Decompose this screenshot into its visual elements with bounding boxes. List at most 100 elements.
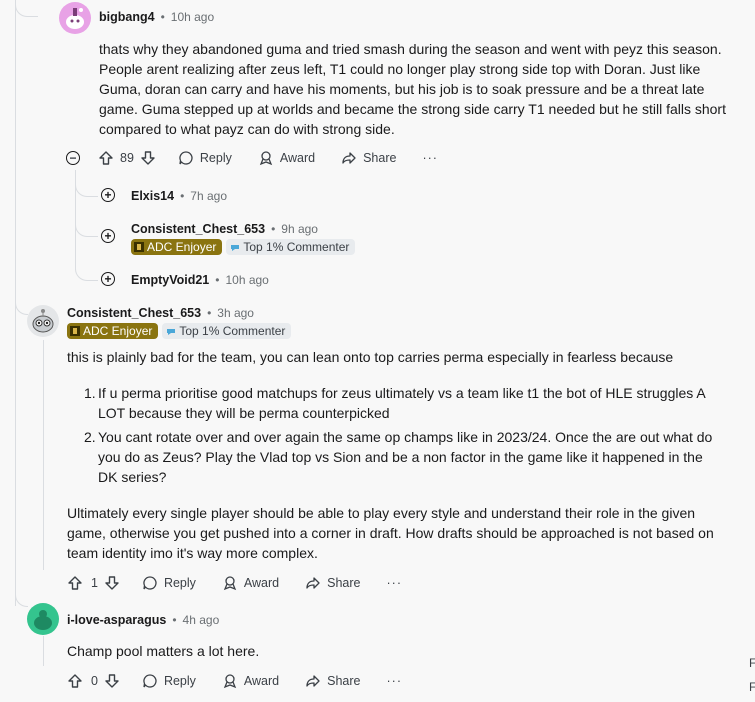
collapsed-header: Consistent_Chest_653 • 9h ago	[131, 222, 318, 236]
award-label: Award	[243, 674, 280, 688]
share-button[interactable]: Share	[341, 150, 396, 166]
comment-body: thats why they abandoned guma and tried …	[99, 41, 726, 137]
collapsed-header: EmptyVoid21 • 10h ago	[131, 273, 269, 287]
flair-icon	[134, 242, 144, 252]
share-label: Share	[363, 151, 397, 165]
comment-header: Consistent_Chest_653 • 3h ago	[67, 306, 254, 320]
snoo-avatar-icon	[66, 8, 84, 29]
more-options-icon: ···	[386, 576, 402, 590]
top-commenter-icon	[231, 245, 240, 251]
more-options-icon: ···	[422, 151, 438, 165]
comment-time[interactable]: 10h ago	[171, 10, 214, 24]
upvote-button[interactable]	[98, 150, 114, 166]
separator-dot: •	[207, 306, 212, 320]
award-button[interactable]: Award	[222, 673, 279, 689]
more-options-button[interactable]: ···	[387, 576, 403, 590]
collapse-symbol: −	[69, 150, 77, 165]
comment-actions: 1 Reply Award Share ···	[67, 575, 402, 591]
award-button[interactable]: Award	[258, 150, 315, 166]
more-options-icon: ···	[386, 674, 402, 688]
separator-dot: •	[215, 273, 220, 287]
share-button[interactable]: Share	[305, 673, 361, 689]
avatar[interactable]	[27, 305, 59, 337]
thread-curve-c3	[15, 588, 28, 607]
more-options-button[interactable]: ···	[422, 151, 438, 165]
comment-time[interactable]: 10h ago	[225, 273, 268, 287]
share-arrow-icon	[342, 152, 356, 164]
upvote-arrow-icon	[68, 576, 82, 590]
upvote-arrow-icon	[99, 151, 113, 165]
award-icon	[259, 151, 273, 166]
avatar[interactable]	[59, 2, 91, 34]
expand-symbol: +	[104, 228, 112, 243]
award-icon	[223, 576, 237, 591]
reply-button[interactable]: Reply	[142, 673, 196, 689]
flair-text: ADC Enjoyer	[147, 240, 217, 254]
collapsed-header: Elxis14 • 7h ago	[131, 189, 227, 203]
list-text: If u perma prioritise good matchups for …	[98, 385, 705, 421]
thread-curve-c2	[15, 296, 28, 315]
list-item: 1. If u perma prioritise good matchups f…	[84, 383, 724, 423]
downvote-button[interactable]	[140, 150, 156, 166]
flair-row: ADC Enjoyer Top 1% Commenter	[131, 239, 356, 255]
comment-bubble-icon	[179, 151, 193, 165]
expand-button[interactable]: +	[101, 229, 115, 243]
award-button[interactable]: Award	[222, 575, 279, 591]
expand-symbol: +	[104, 187, 112, 202]
thread-line-c2	[43, 340, 44, 570]
comment-time[interactable]: 4h ago	[183, 613, 220, 627]
comment-time[interactable]: 9h ago	[281, 222, 318, 236]
right-edge-text: F	[749, 656, 755, 670]
comment-header: bigbang4 • 10h ago	[99, 10, 214, 24]
top-commenter-badge: Top 1% Commenter	[162, 323, 292, 339]
vote-count: 0	[91, 674, 98, 688]
badge-text: Top 1% Commenter	[243, 240, 350, 254]
award-label: Award	[243, 576, 280, 590]
author-name[interactable]: Elxis14	[131, 189, 174, 203]
expand-button[interactable]: +	[101, 272, 115, 286]
thread-curve	[15, 0, 38, 17]
comment-actions: 0 Reply Award Share ···	[67, 673, 402, 689]
comment-time[interactable]: 7h ago	[190, 189, 227, 203]
award-icon	[223, 674, 237, 689]
share-arrow-icon	[306, 675, 320, 687]
downvote-arrow-icon	[105, 674, 119, 688]
author-name[interactable]: Consistent_Chest_653	[67, 306, 201, 320]
comment-header: i-love-asparagus • 4h ago	[67, 613, 219, 627]
user-flair: ADC Enjoyer	[67, 323, 159, 339]
thread-curve-sub-2	[75, 218, 98, 237]
share-label: Share	[327, 674, 361, 688]
downvote-button[interactable]	[104, 575, 120, 591]
list-number: 2.	[84, 429, 96, 445]
upvote-arrow-icon	[68, 674, 82, 688]
flair-text: ADC Enjoyer	[83, 324, 153, 338]
reply-button[interactable]: Reply	[142, 575, 196, 591]
vote-count: 1	[91, 576, 98, 590]
upvote-button[interactable]	[67, 575, 83, 591]
top-commenter-icon	[167, 329, 176, 335]
reply-label: Reply	[163, 576, 196, 590]
thread-curve-sub-1	[75, 178, 98, 197]
expand-symbol: +	[104, 271, 112, 286]
avatar[interactable]	[27, 603, 59, 635]
downvote-arrow-icon	[105, 576, 119, 590]
author-name[interactable]: EmptyVoid21	[131, 273, 209, 287]
reply-button[interactable]: Reply	[178, 150, 232, 166]
separator-dot: •	[160, 10, 165, 24]
downvote-button[interactable]	[104, 673, 120, 689]
share-button[interactable]: Share	[305, 575, 361, 591]
upvote-button[interactable]	[67, 673, 83, 689]
expand-button[interactable]: +	[101, 188, 115, 202]
vote-count: 89	[120, 151, 134, 165]
collapse-button[interactable]: −	[66, 151, 80, 165]
comment-time[interactable]: 3h ago	[217, 306, 254, 320]
award-label: Award	[279, 151, 316, 165]
thread-curve-sub-3	[75, 262, 98, 281]
user-flair: ADC Enjoyer	[131, 239, 223, 255]
more-options-button[interactable]: ···	[387, 674, 403, 688]
author-name[interactable]: Consistent_Chest_653	[131, 222, 265, 236]
separator-dot: •	[180, 189, 185, 203]
thread-line-c3	[43, 636, 44, 666]
author-name[interactable]: bigbang4	[99, 10, 155, 24]
author-name[interactable]: i-love-asparagus	[67, 613, 166, 627]
